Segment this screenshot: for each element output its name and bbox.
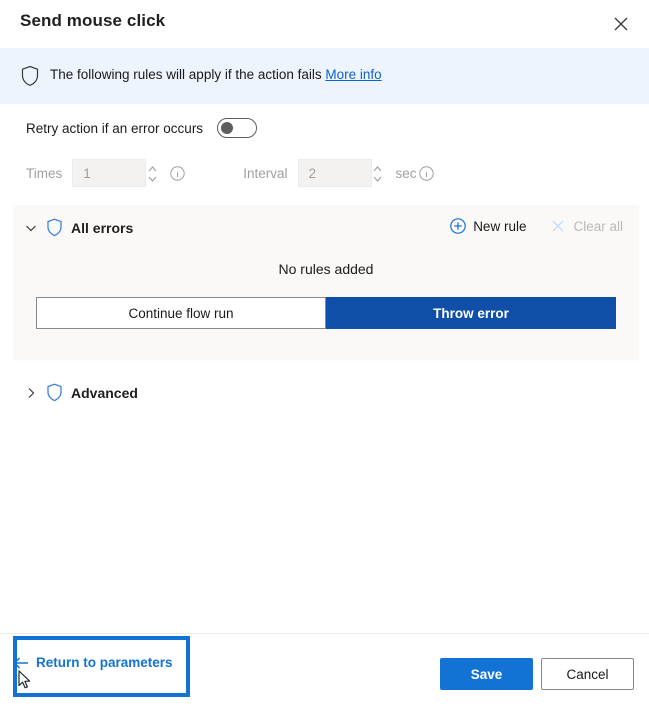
chevron-right-icon[interactable] <box>24 386 38 400</box>
continue-flow-run-option[interactable]: Continue flow run <box>36 297 326 329</box>
throw-error-option[interactable]: Throw error <box>326 297 616 329</box>
shield-icon <box>46 218 63 237</box>
interval-value: 2 <box>308 165 317 181</box>
banner-text-label: The following rules will apply if the ac… <box>50 67 322 82</box>
new-rule-label: New rule <box>473 218 527 234</box>
page-title: Send mouse click <box>20 11 166 30</box>
clear-all-label: Clear all <box>573 218 623 234</box>
interval-input[interactable]: 2 <box>297 159 382 187</box>
times-stepper[interactable] <box>145 161 159 187</box>
empty-state-message: No rules added <box>278 261 374 277</box>
info-banner: The following rules will apply if the ac… <box>0 48 649 104</box>
advanced-section-header[interactable]: Advanced <box>13 374 639 414</box>
dialog-body: Retry action if an error occurs Times 1 … <box>0 104 649 633</box>
cancel-button[interactable]: Cancel <box>541 658 634 690</box>
times-label: Times <box>26 165 63 181</box>
all-errors-header[interactable]: All errors New rule Clear all <box>13 205 639 251</box>
times-input[interactable]: 1 <box>72 159 157 187</box>
all-errors-title: All errors <box>71 220 134 236</box>
return-to-parameters-link[interactable]: Return to parameters <box>12 655 173 670</box>
dialog-title-bar: Send mouse click <box>0 0 649 48</box>
circle-plus-icon <box>450 218 466 234</box>
panel-actions: New rule Clear all <box>450 218 623 234</box>
more-info-link[interactable]: More info <box>325 67 381 82</box>
retry-action-label: Retry action if an error occurs <box>26 120 204 136</box>
arrow-left-icon <box>12 656 30 670</box>
interval-label: Interval <box>243 165 288 181</box>
shield-icon <box>20 65 40 87</box>
retry-action-toggle[interactable] <box>217 118 258 138</box>
advanced-title: Advanced <box>71 385 138 401</box>
new-rule-button[interactable]: New rule <box>450 218 526 234</box>
clear-all-button: Clear all <box>550 218 623 234</box>
on-error-action-segmented-control: Continue flow run Throw error <box>36 297 616 329</box>
close-button[interactable] <box>599 6 643 42</box>
save-button[interactable]: Save <box>440 658 533 690</box>
dialog-footer: Return to parameters Save Cancel <box>0 634 649 707</box>
return-to-parameters-label: Return to parameters <box>36 655 173 670</box>
shield-icon <box>46 383 63 402</box>
close-x-icon <box>550 218 566 234</box>
times-value: 1 <box>83 165 91 181</box>
all-errors-panel: All errors New rule Clear all No rules a… <box>13 205 639 360</box>
retry-action-row: Retry action if an error occurs <box>26 118 258 138</box>
seconds-label: sec <box>395 165 417 181</box>
toggle-knob <box>221 122 234 134</box>
close-icon <box>614 17 628 31</box>
retry-parameters-row: Times 1 Interval 2 sec <box>26 158 434 188</box>
interval-info-icon[interactable] <box>418 165 434 181</box>
interval-stepper[interactable] <box>371 161 385 187</box>
banner-message: The following rules will apply if the ac… <box>50 67 382 82</box>
chevron-down-icon[interactable] <box>24 221 38 235</box>
times-info-icon[interactable] <box>170 165 185 181</box>
